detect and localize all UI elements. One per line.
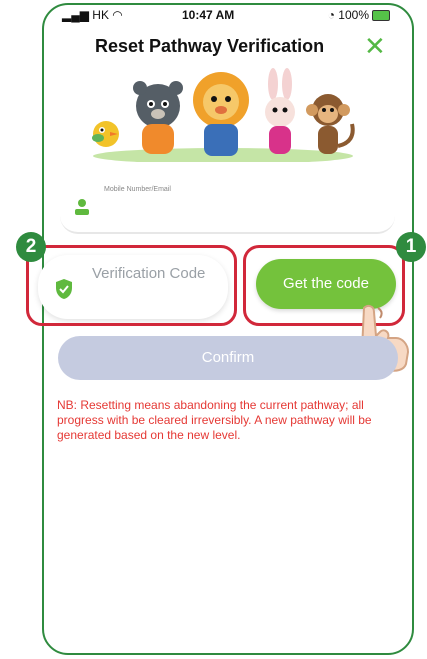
status-time: 10:47 AM — [182, 8, 235, 22]
reset-warning-note: NB: Resetting means abandoning the curre… — [57, 398, 372, 442]
battery-status: ◔ 100% — [328, 8, 390, 22]
mobile-email-field[interactable]: Mobile Number/Email — [60, 180, 395, 234]
close-x-icon[interactable]: ✕ — [364, 33, 386, 59]
confirm-button[interactable]: Confirm — [58, 336, 398, 380]
battery-percent: 100% — [338, 8, 369, 22]
carrier-signal: ▂▄▆ HK ◠ — [62, 8, 123, 22]
mobile-email-label: Mobile Number/Email — [104, 186, 171, 193]
step-badge-2: 2 — [16, 232, 46, 262]
user-icon — [75, 199, 89, 215]
page-title: Reset Pathway Verification — [95, 36, 325, 56]
callout-outline-2 — [26, 245, 237, 326]
battery-icon — [372, 10, 390, 22]
carrier-label: HK — [92, 8, 109, 22]
animal-mascots-illustration — [92, 68, 355, 162]
status-bar: ▂▄▆ HK ◠ 10:47 AM ◔ 100% — [52, 6, 408, 24]
step-badge-1: 1 — [396, 232, 426, 262]
